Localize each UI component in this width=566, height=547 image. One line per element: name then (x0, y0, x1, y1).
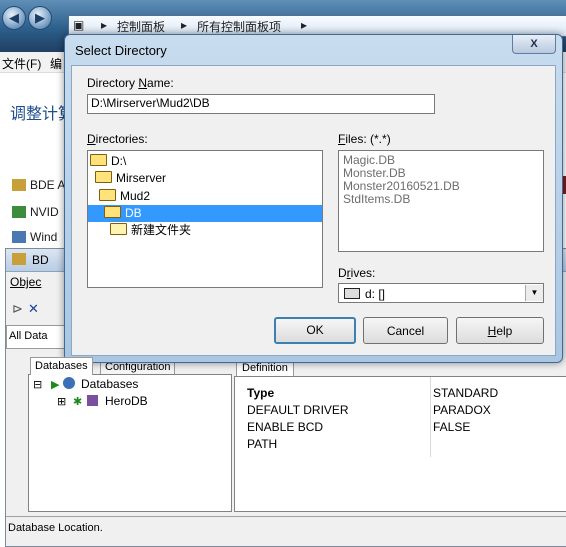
directory-item[interactable]: D:\ (88, 153, 322, 170)
directory-label: Mud2 (120, 189, 151, 203)
property-row[interactable]: DEFAULT DRIVER PARADOX (235, 402, 565, 419)
files-label: Files: (*.*) (338, 132, 391, 146)
directory-item[interactable]: 新建文件夹 (88, 222, 322, 239)
close-icon: X (530, 38, 538, 50)
database-icon (63, 377, 75, 389)
open-folder-icon (99, 189, 116, 201)
drives-label: Drives: (338, 266, 375, 280)
property-value: FALSE (433, 420, 471, 434)
tree-arrow-icon: ▶ (51, 379, 60, 391)
directory-item[interactable]: Mirserver (88, 170, 322, 187)
directories-label: Directories: (87, 132, 148, 146)
directory-label: DB (125, 206, 142, 220)
cp-item-bde[interactable]: BDE A (12, 178, 65, 192)
directory-label: Mirserver (116, 171, 166, 185)
collapse-icon[interactable]: ⊟ (33, 378, 42, 391)
ok-button[interactable]: OK (274, 317, 356, 344)
delete-icon[interactable]: ✕ (28, 301, 39, 317)
tree-arrow-icon: ✱ (73, 396, 83, 408)
label-part: iles: (*.*) (345, 132, 391, 146)
herodb-icon (87, 395, 98, 406)
property-key: ENABLE BCD (247, 420, 324, 434)
drive-icon (344, 288, 360, 299)
expand-icon[interactable]: ⊞ (57, 395, 66, 408)
breadcrumb-separator-icon: ▸ (181, 18, 188, 32)
label-part: ame: (147, 76, 174, 90)
property-row[interactable]: PATH (235, 436, 565, 453)
bde-icon (12, 253, 26, 265)
directory-name-field[interactable]: D:\Mirserver\Mud2\DB (87, 94, 435, 114)
all-databases-label: All Data (9, 330, 48, 342)
cp-item-label: BDE A (30, 178, 66, 192)
file-item: Magic.DB (343, 153, 396, 167)
directory-item[interactable]: Mud2 (88, 188, 322, 205)
directory-label: D:\ (111, 154, 127, 168)
label-part: Directory (87, 76, 139, 90)
database-tree-panel: ⊟ ▶ Databases ⊞ ✱ HeroDB (28, 374, 232, 512)
breadcrumb-separator-icon: ▸ (101, 18, 108, 32)
open-icon[interactable]: ⊳ (12, 301, 23, 317)
breadcrumb-separator-icon: ▸ (301, 18, 308, 32)
label-part: ives: (350, 266, 376, 280)
all-databases-selector[interactable]: All Data (6, 325, 68, 349)
menu-edit[interactable]: 编 (50, 55, 62, 72)
cp-item-nvidia[interactable]: NVID (12, 205, 59, 219)
property-value: STANDARD (433, 386, 499, 400)
status-bar: Database Location. (6, 516, 566, 546)
bde-window-title: BD (32, 253, 49, 267)
property-row[interactable]: ENABLE BCD FALSE (235, 419, 565, 436)
breadcrumb-all-items[interactable]: 所有控制面板项 (197, 18, 281, 35)
file-item: Monster.DB (343, 166, 406, 180)
open-folder-icon (104, 206, 121, 218)
back-button[interactable]: ◀ (2, 6, 26, 30)
label-part: N (138, 76, 148, 90)
directory-label: 新建文件夹 (131, 223, 192, 237)
windows-icon (12, 231, 26, 243)
forward-arrow-icon: ▶ (35, 10, 45, 25)
directory-item-selected[interactable]: DB (88, 205, 322, 222)
label-part: irectories: (95, 132, 148, 146)
drives-dropdown[interactable]: d: [] ▼ (338, 283, 544, 303)
label-part: D (338, 266, 347, 280)
open-folder-icon (95, 171, 112, 183)
tree-databases[interactable]: Databases (81, 377, 138, 391)
file-item: StdItems.DB (343, 192, 411, 206)
folder-icon (110, 223, 127, 235)
select-directory-dialog: Select Directory X Directory Name: D:\Mi… (64, 34, 563, 363)
dialog-title: Select Directory (75, 43, 167, 58)
cp-item-label: NVID (30, 205, 59, 219)
property-row[interactable]: Type STANDARD (235, 385, 565, 402)
tree-herodb[interactable]: HeroDB (105, 394, 148, 408)
bde-icon (12, 179, 26, 191)
open-folder-icon (90, 154, 107, 166)
property-key: Type (247, 386, 275, 400)
dialog-client-area: Directory Name: D:\Mirserver\Mud2\DB Dir… (71, 65, 556, 356)
close-button[interactable]: X (512, 35, 556, 54)
cp-item-label: Wind (30, 230, 58, 244)
directories-list[interactable]: D:\ Mirserver Mud2 DB 新建文件夹 (87, 150, 323, 288)
help-button[interactable]: Help (456, 317, 544, 344)
control-panel-icon: ▣ (73, 18, 85, 32)
files-list[interactable]: Magic.DB Monster.DB Monster20160521.DB S… (338, 150, 544, 252)
cancel-button[interactable]: Cancel (363, 317, 448, 344)
menu-object[interactable]: Objec (10, 275, 41, 289)
breadcrumb-control-panel[interactable]: 控制面板 (117, 18, 165, 35)
directory-name-label: Directory Name: (87, 76, 174, 90)
file-item: Monster20160521.DB (343, 179, 460, 193)
label-part: elp (496, 324, 513, 338)
property-value: PARADOX (433, 403, 491, 417)
tab-databases[interactable]: Databases (30, 357, 93, 375)
forward-button[interactable]: ▶ (28, 6, 52, 30)
nvidia-icon (12, 206, 26, 218)
chevron-down-icon[interactable]: ▼ (525, 285, 543, 301)
cp-item-windows[interactable]: Wind (12, 230, 57, 244)
menu-file[interactable]: 文件(F) (2, 55, 41, 72)
property-key: DEFAULT DRIVER (247, 403, 349, 417)
drive-value: d: [] (365, 287, 386, 301)
status-text: Database Location. (8, 522, 103, 534)
definition-panel: Type STANDARD DEFAULT DRIVER PARADOX ENABL… (234, 376, 566, 512)
back-arrow-icon: ◀ (9, 10, 19, 25)
label-part: D (87, 132, 96, 146)
property-key: PATH (247, 437, 278, 451)
